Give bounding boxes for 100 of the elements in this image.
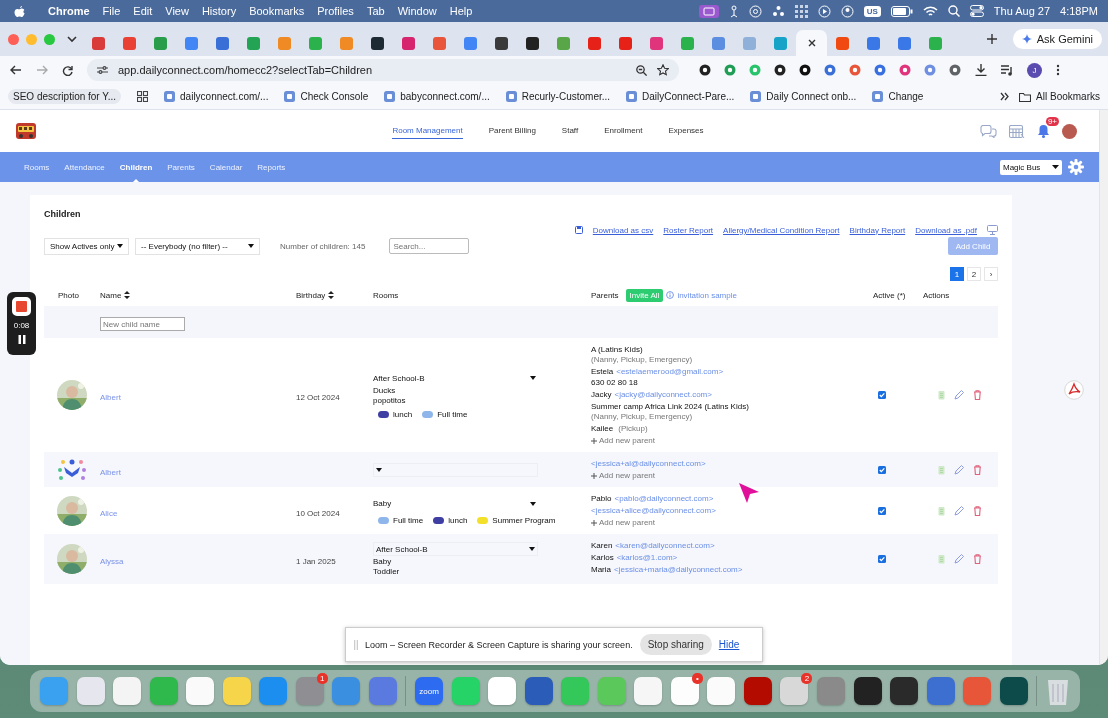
control-center-icon[interactable] — [969, 5, 984, 17]
stop-sharing-button[interactable]: Stop sharing — [639, 634, 712, 655]
email-link[interactable]: <jessica+maria@dailyconnect.com> — [614, 565, 743, 574]
bookmark[interactable]: SEO description for Y... — [8, 89, 122, 104]
room-select[interactable]: Baby — [373, 496, 538, 511]
settings-icon[interactable] — [1068, 159, 1084, 175]
nav-link[interactable]: Staff — [561, 123, 579, 139]
extension-icon[interactable] — [799, 64, 811, 76]
pdf-icon[interactable] — [1064, 380, 1084, 400]
app-icon[interactable] — [743, 677, 772, 705]
report-link[interactable]: Download as .pdf — [915, 225, 977, 235]
close-button[interactable] — [8, 33, 19, 45]
nav-tab[interactable]: Children — [119, 152, 153, 182]
more-icon[interactable] — [1056, 64, 1060, 76]
app-icon[interactable] — [890, 677, 919, 705]
email-link[interactable]: <jessica+al@dailyconnect.com> — [591, 459, 706, 468]
nav-link[interactable]: Parent Billing — [488, 123, 536, 139]
app-icon[interactable] — [853, 677, 882, 705]
battery-icon[interactable] — [890, 5, 913, 17]
menu-item[interactable]: History — [201, 5, 237, 17]
checkbox[interactable] — [878, 391, 886, 399]
email-link[interactable]: <pablo@dailyconnect.com> — [614, 494, 714, 503]
maximize-button[interactable] — [44, 33, 55, 45]
search-field[interactable]: Search... — [389, 238, 470, 254]
menu-item[interactable]: File — [102, 5, 121, 17]
bookmark[interactable]: Change — [872, 91, 924, 102]
menu-item[interactable]: Help — [449, 5, 473, 17]
checkbox[interactable] — [878, 465, 886, 474]
app-icon[interactable]: zoom — [415, 677, 443, 705]
page-button[interactable]: 2 — [967, 267, 981, 281]
checkbox[interactable] — [878, 506, 886, 515]
clipboard-icon[interactable] — [938, 505, 945, 516]
sort-icon[interactable] — [328, 291, 335, 299]
playlist-icon[interactable] — [1001, 64, 1013, 76]
forward-icon[interactable] — [36, 65, 48, 75]
child-name-link[interactable]: Alice — [100, 508, 118, 518]
bookmark[interactable]: Daily Connect onb... — [750, 91, 857, 102]
report-link[interactable]: Birthday Report — [849, 225, 906, 235]
report-link[interactable]: Allergy/Medical Condition Report — [723, 225, 840, 235]
menu-item[interactable]: Edit — [133, 5, 153, 17]
report-link[interactable]: Download as csv — [592, 225, 654, 235]
figure-icon[interactable] — [728, 4, 739, 18]
checkbox[interactable] — [878, 555, 886, 563]
school-select[interactable]: Magic Bus — [1000, 159, 1062, 175]
chevrons-icon[interactable] — [1000, 92, 1010, 101]
child-name-link[interactable]: Albert — [100, 467, 121, 477]
user-icon[interactable] — [840, 4, 854, 18]
back-icon[interactable] — [10, 65, 22, 75]
extension-icon[interactable] — [699, 64, 711, 76]
app-icon[interactable] — [670, 677, 699, 705]
clipboard-icon[interactable] — [938, 554, 945, 564]
nav-link[interactable]: Enrollment — [604, 123, 643, 139]
status-select[interactable]: Show Actives only — [44, 237, 129, 255]
input-source[interactable]: US — [863, 5, 881, 17]
close-icon[interactable] — [807, 39, 816, 47]
hide-link[interactable]: Hide — [718, 639, 740, 650]
chevron-down-icon[interactable] — [67, 35, 77, 43]
email-link[interactable]: <jessica+alice@dailyconnect.com> — [591, 506, 716, 515]
page-button[interactable]: 1 — [950, 267, 964, 281]
wifi-icon[interactable] — [922, 5, 938, 17]
edit-icon[interactable] — [954, 554, 964, 564]
user-avatar[interactable] — [1062, 123, 1077, 139]
add-parent-link[interactable]: Add new parent — [591, 471, 873, 480]
clipboard-icon[interactable] — [938, 390, 945, 400]
url-text[interactable]: app.dailyconnect.com/homecc2?selectTab=Children — [118, 64, 626, 76]
calendar-icon[interactable] — [1009, 123, 1025, 139]
stop-recording-button[interactable] — [12, 297, 31, 316]
delete-icon[interactable] — [973, 505, 982, 516]
delete-icon[interactable] — [973, 554, 982, 564]
info-icon[interactable] — [666, 291, 675, 299]
email-link[interactable]: <estelaemerood@gmail.com> — [616, 367, 724, 376]
nav-link[interactable]: Room Management — [392, 123, 463, 139]
add-parent-link[interactable]: Add new parent — [591, 518, 873, 527]
column-header[interactable]: Birthday — [296, 290, 326, 300]
site-info-icon[interactable] — [97, 65, 108, 75]
nav-tab[interactable]: Attendance — [64, 152, 105, 182]
zoom-icon[interactable] — [636, 64, 647, 76]
report-link[interactable]: Roster Report — [663, 225, 714, 235]
ask-gemini-button[interactable]: Ask Gemini — [1012, 29, 1102, 49]
email-link[interactable]: <karlos@1.com> — [616, 553, 678, 562]
app-menu[interactable]: Chrome — [48, 5, 90, 17]
bell-icon[interactable] — [1037, 124, 1050, 138]
nav-link[interactable]: Expenses — [668, 123, 704, 139]
room-select[interactable]: After School-B — [373, 542, 538, 556]
child-name-link[interactable]: Alyssa — [100, 557, 124, 566]
nav-tab[interactable]: Calendar — [209, 152, 243, 182]
nav-tab[interactable]: Reports — [257, 152, 286, 182]
room-select[interactable]: After School-B — [373, 371, 538, 385]
delete-icon[interactable] — [973, 390, 982, 400]
dots-icon[interactable] — [771, 4, 785, 18]
menu-item[interactable]: Tab — [366, 5, 385, 17]
bookmark[interactable]: DailyConnect-Pare... — [626, 91, 735, 102]
date-text[interactable]: Thu Aug 27 — [993, 5, 1051, 17]
nav-tab[interactable]: Rooms — [24, 152, 50, 182]
add-parent-link[interactable]: Add new parent — [591, 436, 873, 445]
pause-icon[interactable] — [17, 335, 26, 344]
bookmark[interactable]: dailyconnect.com/... — [164, 91, 269, 102]
grid-icon[interactable] — [794, 4, 808, 18]
play-icon[interactable] — [817, 4, 831, 18]
screen-record-icon[interactable] — [698, 4, 719, 18]
